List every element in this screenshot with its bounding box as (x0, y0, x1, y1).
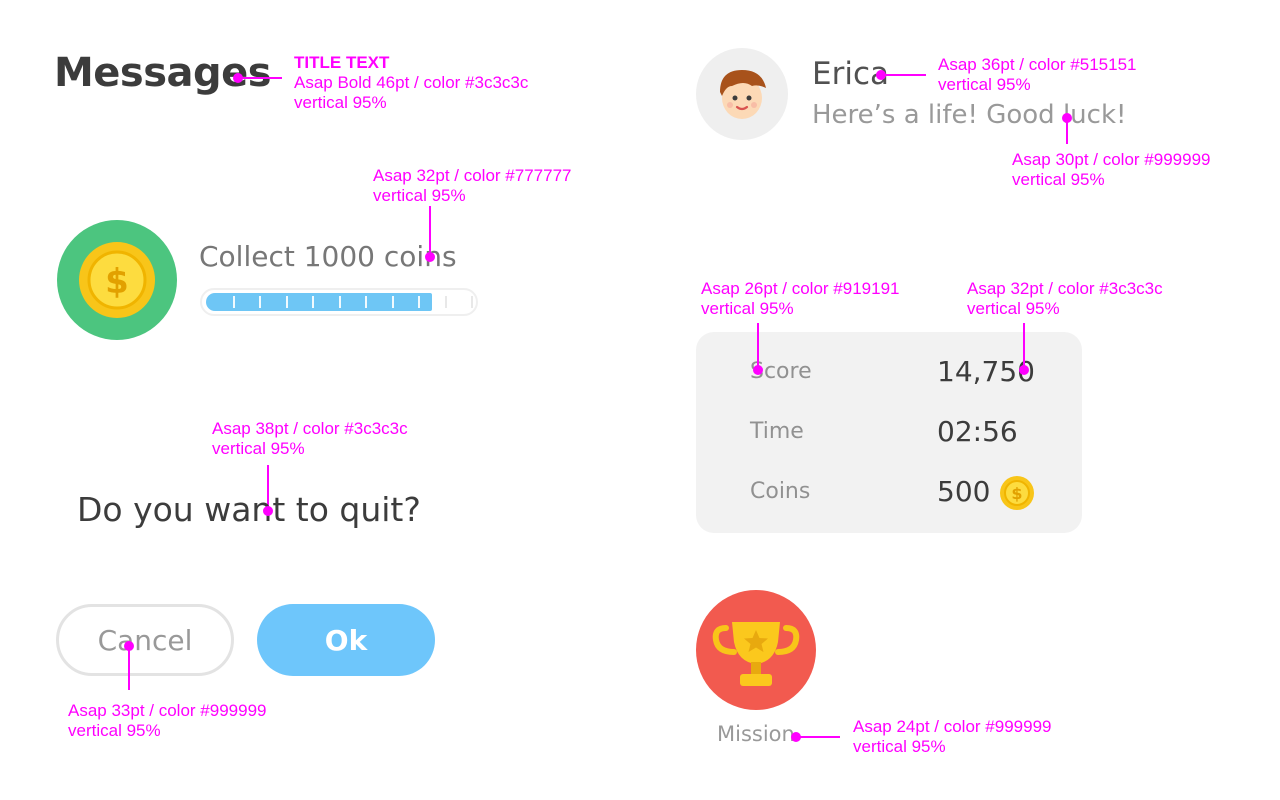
progress-tick (365, 296, 367, 308)
title-annotation: TITLE TEXT Asap Bold 46pt / color #3c3c3… (294, 53, 528, 113)
message-text: Here’s a life! Good luck! (812, 100, 1127, 130)
annotation-vertical: vertical 95% (853, 737, 946, 756)
annotation-spec: Asap 26pt / color #919191 (701, 279, 900, 298)
annotation-vertical: vertical 95% (1012, 170, 1105, 189)
sender-annotation: Asap 36pt / color #515151 vertical 95% (938, 55, 1136, 95)
stat-label-time: Time (750, 419, 804, 444)
annotation-leader (796, 736, 840, 738)
annotation-heading: TITLE TEXT (294, 53, 390, 72)
quest-label: Collect 1000 coins (199, 240, 457, 273)
annotation-spec: Asap 36pt / color #515151 (938, 55, 1137, 74)
question-annotation: Asap 38pt / color #3c3c3c vertical 95% (212, 419, 408, 459)
stat-label-coins: Coins (750, 479, 811, 504)
annotation-spec: Asap Bold 46pt / color #3c3c3c (294, 73, 529, 92)
coin-icon: $ (79, 242, 155, 318)
svg-text:$: $ (105, 262, 129, 302)
annotation-marker (753, 365, 763, 375)
annotation-marker (1019, 365, 1029, 375)
mission-button[interactable] (696, 590, 816, 710)
annotation-vertical: vertical 95% (701, 299, 794, 318)
quest-progress-fill (206, 293, 432, 311)
annotation-vertical: vertical 95% (212, 439, 305, 458)
stat-value-annotation: Asap 32pt / color #3c3c3c vertical 95% (967, 279, 1163, 319)
annotation-spec: Asap 38pt / color #3c3c3c (212, 419, 408, 438)
annotation-marker (425, 252, 435, 262)
mission-label: Mission (717, 722, 795, 746)
annotation-vertical: vertical 95% (967, 299, 1060, 318)
progress-tick (339, 296, 341, 308)
annotation-spec: Asap 32pt / color #3c3c3c (967, 279, 1163, 298)
avatar (696, 48, 788, 140)
annotation-spec: Asap 32pt / color #777777 (373, 166, 572, 185)
annotation-vertical: vertical 95% (938, 75, 1031, 94)
annotation-leader (128, 646, 130, 690)
ok-button[interactable]: Ok (257, 604, 435, 676)
coin-icon: $ (1000, 476, 1034, 510)
progress-tick (445, 296, 447, 308)
annotation-spec: Asap 33pt / color #999999 (68, 701, 267, 720)
svg-text:$: $ (1011, 484, 1022, 503)
annotation-leader (757, 323, 759, 368)
annotation-spec: Asap 24pt / color #999999 (853, 717, 1052, 736)
quit-question: Do you want to quit? (77, 490, 421, 529)
progress-tick (259, 296, 261, 308)
progress-tick (312, 296, 314, 308)
progress-tick (418, 296, 420, 308)
message-annotation: Asap 30pt / color #999999 vertical 95% (1012, 150, 1210, 190)
annotation-leader (1066, 118, 1068, 144)
stat-value-coins: 500 (937, 475, 991, 508)
boy-avatar-icon (720, 70, 766, 119)
stat-label-annotation: Asap 26pt / color #919191 vertical 95% (701, 279, 899, 319)
annotation-spec: Asap 30pt / color #999999 (1012, 150, 1211, 169)
annotation-leader (1023, 323, 1025, 368)
annotation-marker (263, 506, 273, 516)
progress-tick (233, 296, 235, 308)
quest-badge: $ (57, 220, 177, 340)
annotation-leader (238, 77, 282, 79)
annotation-vertical: vertical 95% (294, 93, 387, 112)
mission-annotation: Asap 24pt / color #999999 vertical 95% (853, 717, 1051, 757)
quest-annotation: Asap 32pt / color #777777 vertical 95% (373, 166, 571, 206)
progress-tick (286, 296, 288, 308)
cancel-button[interactable]: Cancel (56, 604, 234, 676)
quest-progress-bar (200, 288, 478, 316)
cancel-annotation: Asap 33pt / color #999999 vertical 95% (68, 701, 266, 741)
stat-value-time: 02:56 (937, 415, 1018, 448)
annotation-vertical: vertical 95% (68, 721, 161, 740)
progress-tick (392, 296, 394, 308)
progress-tick (471, 296, 473, 308)
annotation-vertical: vertical 95% (373, 186, 466, 205)
annotation-leader (881, 74, 926, 76)
trophy-icon (712, 622, 800, 686)
